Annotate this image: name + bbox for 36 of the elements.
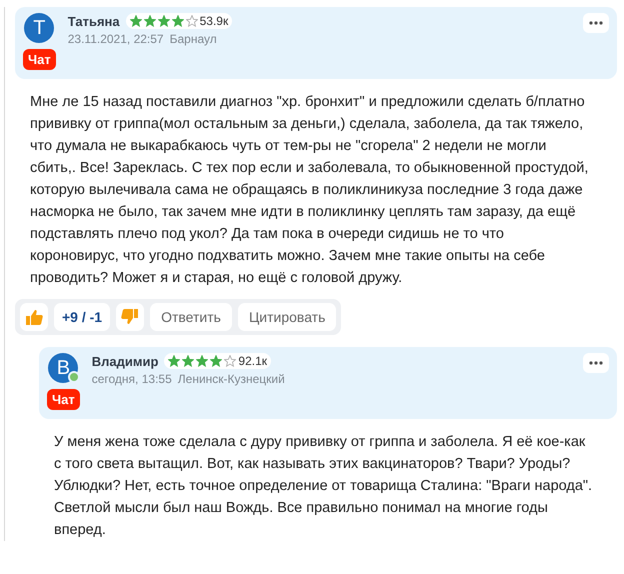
comment-date: сегодня, 13:55 xyxy=(92,372,172,386)
star-icon xyxy=(186,15,198,27)
avatar[interactable]: В xyxy=(48,353,78,383)
thumbs-down-icon xyxy=(121,309,140,325)
star-icon xyxy=(130,15,142,27)
more-button[interactable] xyxy=(583,13,609,33)
avatar-letter: Т xyxy=(33,16,46,40)
star-icon xyxy=(196,355,208,367)
star-icon xyxy=(168,355,180,367)
avatar[interactable]: Т xyxy=(24,13,54,43)
more-icon xyxy=(589,361,603,365)
more-icon xyxy=(589,21,603,25)
author-city: Барнаул xyxy=(170,32,217,46)
chat-badge[interactable]: Чат xyxy=(47,389,80,410)
avatar-letter: В xyxy=(56,356,70,380)
rating-value: 92.1к xyxy=(238,354,268,368)
chat-badge[interactable]: Чат xyxy=(23,49,56,70)
comment-date: 23.11.2021, 22:57 xyxy=(68,32,164,46)
online-indicator xyxy=(68,371,80,383)
comment-text: У меня жена тоже сделала с дуру прививку от гриппа и заболела. Я её кое-как с того света вытащил. Вот, как называть этих вакцинаторов? Твари? Уроды? Ублюдки? Нет, есть точное определение от товарища Сталина: "Враги народа". Светлой мысли был наш Вождь. Все правильно понимал на многие годы вперед. xyxy=(54,433,594,540)
author-city: Ленинск-Кузнецкий xyxy=(178,372,285,386)
star-icon xyxy=(172,15,184,27)
star-icon xyxy=(182,355,194,367)
author-name[interactable]: Владимир xyxy=(92,354,158,368)
action-button[interactable]: Цитировать xyxy=(238,303,336,331)
more-button[interactable] xyxy=(583,353,609,373)
star-icon xyxy=(224,355,236,367)
thumbs-up-icon xyxy=(25,309,43,325)
rating-value: 53.9к xyxy=(200,14,228,28)
star-icon xyxy=(210,355,222,367)
comment-text: Мне ле 15 назад поставили диагноз "хр. бронхит" и предложили сделать б/платно прививку от гриппа(мол остальным за деньги,) сделала, заболела, да так тяжело, что думала не выкарабкаюсь чуть от тем-ры не "сгорела" 2 недели не могли сбить,. Все! Зареклась. С тех пор если и заболевала, то обыкновенной простудой, которую вылечивала сама не обращаясь в поликлиникуза последние 3 года даже насморка не было, так зачем мне идти в поликлинку цеплять там заразу, да ещё подставлять плечо под укол? Да там пока в очереди сидишь не то что короновирус, что угодно подхватить можно. Зачем мне такие опыты на себе проводить? Может я и старая, но ещё с головой дружу. xyxy=(30,93,590,288)
vote-count: +9 / -1 xyxy=(54,303,110,331)
action-button[interactable]: Ответить xyxy=(150,303,232,331)
star-icon xyxy=(158,15,170,27)
author-name[interactable]: Татьяна xyxy=(68,14,120,28)
star-icon xyxy=(144,15,156,27)
